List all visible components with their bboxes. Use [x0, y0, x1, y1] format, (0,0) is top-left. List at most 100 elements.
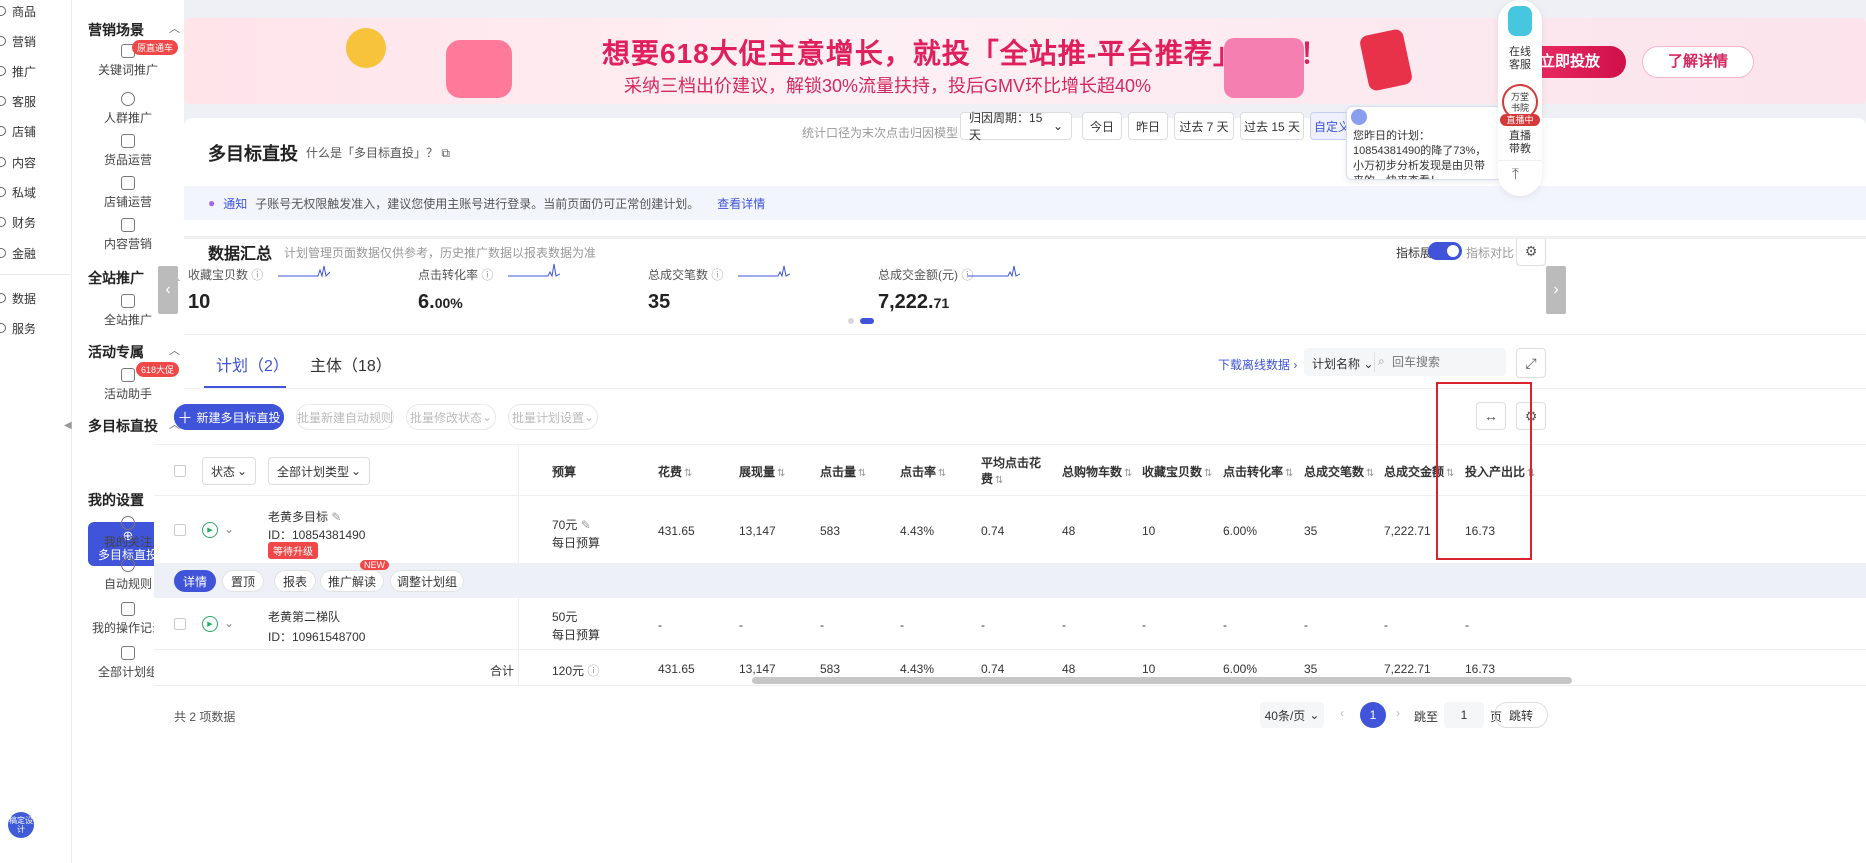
- nav-item-private[interactable]: 私域: [0, 181, 72, 203]
- metric-display-toggle[interactable]: [1428, 242, 1462, 260]
- notice-detail-link[interactable]: 查看详情: [717, 195, 765, 212]
- budget-value[interactable]: 70元 ✎: [552, 516, 591, 533]
- col-orders[interactable]: 总成交笔数 ⇅: [1304, 463, 1374, 480]
- page-size-select[interactable]: 40条/页 ⌄: [1260, 702, 1324, 728]
- batch-setting-button[interactable]: 批量计划设置 ⌄: [508, 404, 598, 430]
- col-spend[interactable]: 花费 ⇅: [658, 463, 692, 480]
- edit-icon[interactable]: ✎: [331, 510, 341, 524]
- table-row[interactable]: ▶ ⌄ 老黄多目标 ✎ ID：10854381490 等待升级 70元 ✎ 每日…: [154, 496, 1866, 564]
- online-service-button[interactable]: 在线 客服: [1498, 46, 1542, 72]
- total-gmv: 7,222.71: [1384, 662, 1431, 676]
- batch-rule-button[interactable]: 批量新建自动规则: [296, 404, 394, 430]
- col-cart[interactable]: 总购物车数 ⇅: [1062, 463, 1132, 480]
- group-activity[interactable]: 活动专属 ︿: [88, 342, 180, 362]
- nav-item-service[interactable]: 客服: [0, 90, 72, 112]
- group-multi-target[interactable]: 多目标直投 ︿: [88, 416, 180, 436]
- range-yesterday-button[interactable]: 昨日: [1128, 112, 1168, 140]
- fullscreen-button[interactable]: ⤢: [1516, 348, 1546, 378]
- nav-item-content[interactable]: 内容: [0, 151, 72, 173]
- prev-page-icon[interactable]: ‹: [1340, 706, 1344, 720]
- adjust-group-button[interactable]: 调整计划组: [390, 570, 464, 592]
- nav-item-finance[interactable]: 财务: [0, 211, 72, 233]
- nav-item-shop[interactable]: 店铺: [0, 120, 72, 142]
- chevron-down-icon: ⌄: [236, 464, 247, 478]
- carousel-dot-2[interactable]: [860, 318, 874, 324]
- report-button[interactable]: 报表: [274, 570, 316, 592]
- sidebar-item-crowd[interactable]: 人群推广: [72, 92, 184, 126]
- nav-divider: [0, 274, 70, 275]
- next-page-icon[interactable]: ›: [1396, 706, 1400, 720]
- budget-value[interactable]: 50元: [552, 608, 577, 625]
- promo-banner[interactable]: 想要618大促主意增长，就投「全站推-平台推荐」商品！ 采纳三档出价建议，解锁3…: [184, 18, 1866, 104]
- new-plan-button[interactable]: ＋新建多目标直投: [174, 404, 284, 430]
- current-page[interactable]: 1: [1360, 702, 1386, 728]
- attribution-period-select[interactable]: 归因周期：15天 ⌄: [960, 111, 1072, 142]
- metric-card-orders[interactable]: 总成交笔数 ⓘ 35: [648, 265, 908, 314]
- what-is-link[interactable]: 什么是「多目标直投」？ ⧉: [306, 144, 450, 161]
- pin-top-button[interactable]: 置顶: [222, 570, 264, 592]
- status-filter[interactable]: 状态 ⌄: [202, 457, 256, 485]
- carousel-prev-button[interactable]: ‹: [158, 266, 178, 314]
- cell-ctr: 4.43%: [900, 524, 935, 538]
- search-input[interactable]: [1392, 352, 1500, 372]
- nav-item-promotion[interactable]: 推广: [0, 60, 72, 82]
- col-clicks[interactable]: 点击量 ⇅: [820, 463, 866, 480]
- download-offline-link[interactable]: 下载离线数据 ›: [1218, 356, 1297, 373]
- sidebar-item-content-marketing[interactable]: 内容营销: [72, 218, 184, 252]
- carousel-next-button[interactable]: ›: [1546, 266, 1566, 314]
- tab-subjects[interactable]: 主体（18）: [310, 352, 392, 376]
- nav-item-services[interactable]: 服务: [0, 317, 72, 339]
- select-all-checkbox[interactable]: [174, 465, 186, 477]
- row-checkbox[interactable]: [174, 524, 186, 536]
- horizontal-scrollbar[interactable]: [752, 677, 1572, 684]
- edit-icon[interactable]: ✎: [581, 518, 591, 532]
- range-7d-button[interactable]: 过去 7 天: [1174, 112, 1234, 140]
- plan-name[interactable]: 老黄第二梯队: [268, 608, 340, 625]
- range-today-button[interactable]: 今日: [1082, 112, 1122, 140]
- filter-field-select[interactable]: 计划名称 ⌄: [1312, 355, 1373, 372]
- col-avg-cpc[interactable]: 平均点击花费 ⇅: [981, 455, 1051, 489]
- carousel-dot-1[interactable]: [848, 318, 854, 324]
- play-status-icon[interactable]: ▶: [202, 616, 218, 632]
- range-15d-button[interactable]: 过去 15 天: [1240, 112, 1304, 140]
- group-marketing-scenes[interactable]: 营销场景 ︿: [88, 20, 180, 40]
- nav-item-goods[interactable]: 商品: [0, 0, 72, 22]
- nav-item-loan[interactable]: 金融: [0, 242, 72, 264]
- nav-item-marketing[interactable]: 营销: [0, 30, 72, 52]
- batch-status-button[interactable]: 批量修改状态 ⌄: [406, 404, 496, 430]
- col-ctr[interactable]: 点击率 ⇅: [900, 463, 946, 480]
- frozen-divider: [518, 650, 519, 686]
- promotion-insight-button[interactable]: 推广解读: [320, 570, 384, 592]
- banner-learn-more-button[interactable]: 了解详情: [1642, 46, 1754, 78]
- back-to-top-icon[interactable]: ⤒: [1512, 166, 1519, 184]
- plan-type-filter[interactable]: 全部计划类型 ⌄: [268, 457, 370, 485]
- nav-item-data[interactable]: 数据: [0, 287, 72, 309]
- gear-icon: ⚙: [1524, 242, 1538, 259]
- summary-settings-button[interactable]: ⚙: [1516, 236, 1546, 266]
- sidebar-item-shop-ops[interactable]: 店铺运营: [72, 176, 184, 210]
- chevron-down-icon[interactable]: ⌄: [224, 616, 234, 630]
- jump-page-input[interactable]: 1: [1444, 702, 1484, 728]
- col-cvr[interactable]: 点击转化率 ⇅: [1223, 463, 1293, 480]
- col-impressions[interactable]: 展现量 ⇅: [739, 463, 785, 480]
- col-favorites[interactable]: 收藏宝贝数 ⇅: [1142, 463, 1212, 480]
- metric-card-gmv[interactable]: 总成交金额(元) ⓘ 7,222.71: [878, 265, 1138, 314]
- ai-design-badge[interactable]: 稿定设计: [8, 812, 34, 838]
- chevron-down-icon[interactable]: ⌄: [224, 522, 234, 536]
- sidebar-item-goods-ops[interactable]: 货品运营: [72, 134, 184, 168]
- row-checkbox[interactable]: [174, 618, 186, 630]
- cell-gmv: 7,222.71: [1384, 524, 1431, 538]
- detail-button[interactable]: 详情: [174, 570, 216, 592]
- table-row[interactable]: ▶ ⌄ 老黄第二梯队 ID：10961548700 50元 每日预算 - - -…: [154, 598, 1866, 650]
- metric-card-favorites[interactable]: 收藏宝贝数 ⓘ 10: [188, 265, 448, 314]
- tab-plans[interactable]: 计划（2）: [216, 352, 289, 376]
- plan-name[interactable]: 老黄多目标 ✎: [268, 508, 341, 525]
- metric-card-conversion[interactable]: 点击转化率 ⓘ 6.00%: [418, 263, 678, 314]
- play-status-icon[interactable]: ▶: [202, 522, 218, 538]
- divider: [1374, 352, 1375, 372]
- expand-icon: ⤢: [1525, 354, 1537, 371]
- notice-text: 子账号无权限触发准入，建议您使用主账号进行登录。当前页面仍可正常创建计划。: [255, 196, 700, 211]
- live-teaching-button[interactable]: 直播 带教: [1498, 130, 1542, 156]
- ai-assistant-popup[interactable]: 您昨日的计划：10854381490的降了73%，小万初步分析发现是由贝带来的，…: [1346, 106, 1502, 180]
- jump-button[interactable]: 跳转: [1494, 702, 1548, 728]
